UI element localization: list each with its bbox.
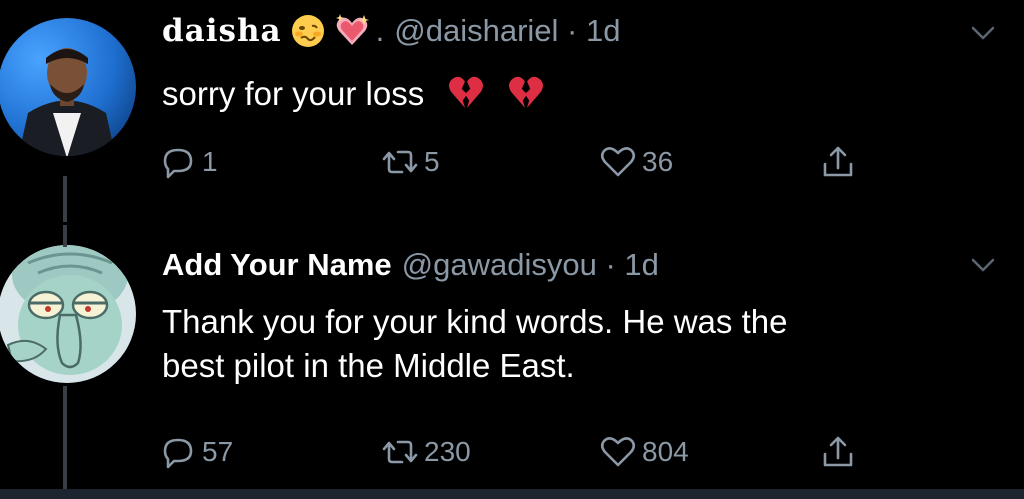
tweet-text-line-1: Thank you for your kind words. He was th… <box>162 303 788 340</box>
reply-button[interactable]: 57 <box>158 432 233 472</box>
avatar-squidward[interactable] <box>0 245 136 383</box>
share-button[interactable] <box>818 432 862 472</box>
thread-line-bottom <box>63 386 67 489</box>
reply-icon <box>163 438 193 469</box>
like-count: 804 <box>642 436 689 467</box>
tweet-add-your-name[interactable]: Add Your Name @gawadisyou · 1d Thank you… <box>0 0 1024 499</box>
bottom-bar <box>0 489 1024 499</box>
tweet-header: Add Your Name @gawadisyou · 1d <box>162 247 659 283</box>
tweet-text: Thank you for your kind words. He was th… <box>162 300 1002 388</box>
reply-count: 57 <box>202 436 234 467</box>
thread-line-top <box>63 225 67 247</box>
display-name[interactable]: Add Your Name <box>162 247 392 283</box>
retweet-count: 230 <box>424 436 471 467</box>
retweet-icon <box>382 440 418 464</box>
like-button[interactable]: 804 <box>598 432 689 472</box>
tweet-text-line-2: best pilot in the Middle East. <box>162 347 575 384</box>
handle-time[interactable]: @gawadisyou · 1d <box>402 247 659 283</box>
retweet-button[interactable]: 230 <box>380 432 471 472</box>
chevron-down-icon[interactable] <box>970 252 996 278</box>
like-icon <box>600 437 636 467</box>
share-icon <box>823 436 853 467</box>
